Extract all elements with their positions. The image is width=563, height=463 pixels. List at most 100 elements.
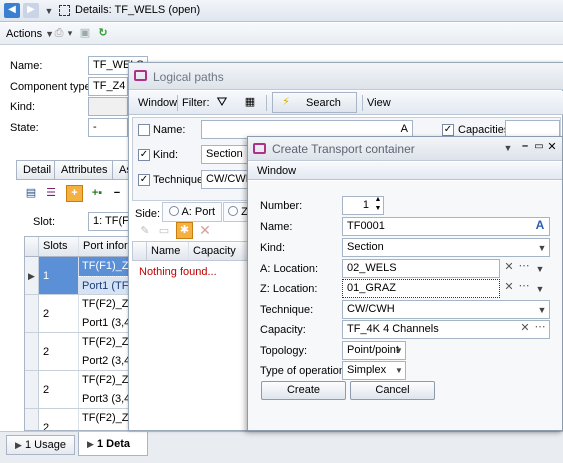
maximize-icon[interactable]: ▭ bbox=[533, 140, 545, 154]
dialog-icon bbox=[253, 143, 266, 154]
a-location-input[interactable]: 02_WELS bbox=[342, 259, 500, 278]
minimize-icon[interactable]: – bbox=[519, 139, 531, 153]
port-info-cell: TF(F2)_Z4 Port3 (3,4k bbox=[79, 371, 131, 408]
font-style-icon[interactable]: A bbox=[532, 218, 548, 232]
name-filter-checkbox[interactable] bbox=[138, 124, 150, 136]
name-label: Name: bbox=[10, 60, 43, 72]
operation-dropdown-icon[interactable]: ▼ bbox=[394, 364, 404, 378]
cancel-button[interactable]: Cancel bbox=[350, 381, 435, 400]
operation-label: Type of operation: bbox=[260, 365, 349, 377]
table-row[interactable]: ▶ 1 TF(F1)_Z4 Port1 (TF... bbox=[25, 257, 131, 295]
table-row[interactable]: 2 TF(F2)_Z4 Port1 (3,4k bbox=[25, 295, 131, 333]
filter-label: Filter: bbox=[182, 97, 210, 109]
port-info-line: Port2 (3,4k bbox=[82, 355, 131, 367]
slot-cell: 2 bbox=[39, 295, 79, 332]
kind-label: Kind: bbox=[10, 101, 36, 113]
kind-filter-checkbox[interactable]: ✓ bbox=[138, 149, 150, 161]
state-label: State: bbox=[10, 122, 39, 134]
table-row[interactable]: 2 TF(F2)_Z4 Port3 (3,4k bbox=[25, 371, 131, 409]
results-header-name[interactable]: Name bbox=[147, 242, 189, 260]
results-header: Name Capacity bbox=[132, 241, 257, 261]
a-location-clear-icon[interactable]: ✕ bbox=[504, 260, 514, 274]
port-info-line: TF(F2)_Z4 bbox=[82, 336, 131, 348]
header-slots[interactable]: Slots bbox=[39, 237, 79, 256]
remove-icon[interactable]: − bbox=[110, 186, 124, 200]
header-port-info[interactable]: Port inform bbox=[79, 237, 131, 256]
tab-details[interactable]: ▶ 1 Deta bbox=[78, 432, 148, 456]
close-icon[interactable]: ✕ bbox=[546, 140, 558, 154]
kind-dropdown-icon[interactable]: ▼ bbox=[537, 241, 547, 255]
close-x-icon[interactable]: ✕ bbox=[198, 223, 212, 237]
print-dropdown-icon[interactable]: ▾ bbox=[66, 26, 74, 40]
add-icon[interactable]: + bbox=[66, 185, 83, 202]
main-titlebar: ◀ ▶ ▼ Details: TF_WELS (open) bbox=[0, 0, 563, 22]
port-info-cell: TF(F2)_Z4 Port1 (3,4k bbox=[79, 295, 131, 332]
menu-view[interactable]: View bbox=[367, 97, 391, 109]
dialog-name-input[interactable]: TF0001 bbox=[342, 217, 550, 236]
a-location-more-icon[interactable]: ⋯ bbox=[518, 259, 530, 273]
capacity-input[interactable]: TF_4K 4 Channels bbox=[342, 320, 550, 339]
save-icon[interactable]: ▣ bbox=[78, 26, 92, 40]
technique-dropdown-icon[interactable]: ▼ bbox=[537, 303, 547, 317]
kind-field[interactable] bbox=[88, 97, 128, 116]
component-type-field[interactable]: TF_Z4 bbox=[88, 77, 128, 96]
edit-icon[interactable]: ✎ bbox=[138, 224, 152, 238]
slot-cell: 2 bbox=[39, 333, 79, 370]
back-button[interactable]: ◀ bbox=[4, 3, 20, 18]
dialog-name-label: Name: bbox=[260, 221, 293, 233]
z-location-input[interactable]: 01_GRAZ bbox=[342, 279, 500, 298]
refresh-icon[interactable]: ↻ bbox=[96, 26, 110, 40]
filter-settings-icon[interactable]: ▦ bbox=[242, 95, 258, 109]
port-info-line: Port3 (3,4k bbox=[82, 393, 131, 405]
bottom-tabbar: ▶ 1 Usage ▶ 1 Deta bbox=[0, 431, 563, 463]
state-field[interactable]: - bbox=[88, 118, 128, 137]
list-icon[interactable]: ☰ bbox=[44, 186, 58, 200]
menu-window[interactable]: Window bbox=[138, 97, 177, 109]
table-row[interactable]: 2 TF(F2)_Z4 Port2 (3,4k bbox=[25, 333, 131, 371]
capacities-checkbox[interactable]: ✓ bbox=[442, 124, 454, 136]
technique-filter-input[interactable]: CW/CWH bbox=[201, 170, 251, 189]
technique-select[interactable]: CW/CWH bbox=[342, 300, 550, 319]
kind-filter-input[interactable]: Section bbox=[201, 145, 251, 164]
side-option-z[interactable]: Z: bbox=[223, 202, 248, 222]
star-icon[interactable]: ✱ bbox=[176, 222, 193, 239]
capacity-more-icon[interactable]: ⋯ bbox=[534, 320, 546, 334]
add-slot-icon[interactable]: +▪ bbox=[88, 186, 106, 200]
tab-usage[interactable]: ▶ 1 Usage bbox=[6, 435, 75, 455]
filter-icon[interactable]: ⛛ bbox=[214, 95, 230, 109]
history-dropdown-icon[interactable]: ▼ bbox=[44, 4, 54, 18]
z-location-more-icon[interactable]: ⋯ bbox=[518, 279, 530, 293]
create-button[interactable]: Create bbox=[261, 381, 346, 400]
tab-attributes[interactable]: Attributes bbox=[54, 160, 115, 180]
stepper-arrows-icon[interactable]: ▲ ▼ bbox=[373, 195, 383, 213]
nothing-found-text: Nothing found... bbox=[139, 266, 217, 278]
table-header: Slots Port inform bbox=[25, 237, 131, 257]
port-info-line: TF(F1)_Z4 bbox=[79, 257, 131, 276]
layout-icon[interactable]: ▤ bbox=[24, 186, 38, 200]
dialog-kind-select[interactable]: Section bbox=[342, 238, 550, 257]
forward-button[interactable]: ▶ bbox=[23, 3, 39, 18]
z-location-clear-icon[interactable]: ✕ bbox=[504, 280, 514, 294]
slot-toolbar: ▤ ☰ + +▪ − bbox=[22, 184, 132, 204]
z-location-dropdown-icon[interactable]: ▼ bbox=[535, 282, 545, 296]
side-option-a[interactable]: A: Port bbox=[162, 202, 223, 222]
results-header-capacity[interactable]: Capacity bbox=[189, 242, 256, 260]
topology-label: Topology: bbox=[260, 345, 308, 357]
capacity-clear-icon[interactable]: ✕ bbox=[520, 321, 530, 335]
search-button[interactable]: ⚡ Search bbox=[272, 92, 357, 113]
results-toolbar: ✎ ▭ ✱ ✕ bbox=[132, 221, 252, 241]
transport-dialog: Create Transport container ▼ – ▭ ✕ Windo… bbox=[247, 136, 563, 431]
tab-detail[interactable]: Detail bbox=[16, 160, 59, 180]
dialog-dropdown-icon[interactable]: ▼ bbox=[502, 141, 514, 155]
technique-filter-checkbox[interactable]: ✓ bbox=[138, 174, 150, 186]
print-icon[interactable]: ⎙ bbox=[52, 26, 66, 40]
search-bolt-icon: ⚡ bbox=[282, 96, 290, 108]
delete-doc-icon[interactable]: ▭ bbox=[157, 224, 171, 238]
capacity-label: Capacity: bbox=[260, 324, 306, 336]
dialog-menu-window[interactable]: Window bbox=[257, 165, 296, 177]
slot-field[interactable]: 1: TF(F1 bbox=[88, 212, 132, 231]
a-location-dropdown-icon[interactable]: ▼ bbox=[535, 262, 545, 276]
actions-menu[interactable]: Actions ▼ bbox=[6, 28, 54, 40]
topology-dropdown-icon[interactable]: ▼ bbox=[394, 344, 404, 358]
table-row[interactable]: 2 TF(F2)_Z4 bbox=[25, 409, 131, 430]
